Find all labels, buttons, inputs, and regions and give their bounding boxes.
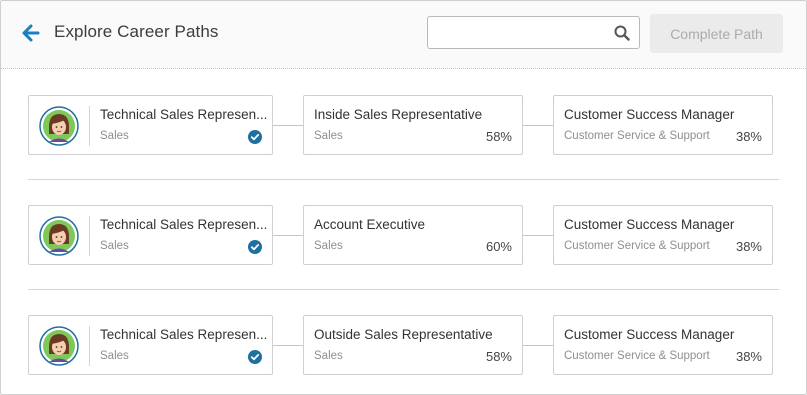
role-category: Customer Service & Support [564,240,710,252]
path-connector [523,345,553,346]
path-connector [273,125,303,126]
path-connector [273,345,303,346]
current-role-card[interactable]: Technical Sales Represen... Sales [28,315,273,375]
role-category: Sales [100,350,129,362]
check-circle-icon [248,130,262,144]
target-role-card[interactable]: Customer Success Manager Customer Servic… [553,315,773,375]
avatar-divider [89,326,90,366]
next-role-card[interactable]: Account Executive Sales 60% [303,205,523,265]
path-connector [523,235,553,236]
career-path-row: Technical Sales Represen... Sales Outsid… [28,315,773,375]
header-bar: Explore Career Paths Complete Path [1,1,806,69]
avatar-icon [39,326,79,366]
match-percent: 38% [735,239,762,254]
role-category: Sales [100,130,129,142]
target-role-card[interactable]: Customer Success Manager Customer Servic… [553,95,773,155]
role-title: Technical Sales Represen... [100,217,268,232]
role-category: Sales [100,240,129,252]
avatar-icon [39,106,79,146]
role-title: Technical Sales Represen... [100,107,268,122]
role-title: Account Executive [314,217,426,232]
avatar-icon [39,216,79,256]
next-role-card[interactable]: Outside Sales Representative Sales 58% [303,315,523,375]
role-category: Customer Service & Support [564,350,710,362]
check-circle-icon [248,240,262,254]
search-input[interactable] [428,17,608,48]
target-role-card[interactable]: Customer Success Manager Customer Servic… [553,205,773,265]
career-path-row: Technical Sales Represen... Sales Inside… [28,95,773,155]
complete-path-button[interactable]: Complete Path [650,14,783,53]
role-category: Sales [314,350,343,362]
row-divider [28,289,779,290]
role-title: Outside Sales Representative [314,327,493,342]
avatar-divider [89,216,90,256]
search-icon[interactable] [614,25,630,41]
back-arrow-icon[interactable] [21,23,41,43]
path-connector [273,235,303,236]
avatar-divider [89,106,90,146]
check-circle-icon [248,350,262,364]
path-connector [523,125,553,126]
current-role-card[interactable]: Technical Sales Represen... Sales [28,95,273,155]
match-percent: 58% [485,349,512,364]
career-path-row: Technical Sales Represen... Sales Accoun… [28,205,773,265]
role-category: Sales [314,240,343,252]
role-title: Customer Success Manager [564,327,735,342]
role-category: Sales [314,130,343,142]
current-role-card[interactable]: Technical Sales Represen... Sales [28,205,273,265]
search-box[interactable] [427,16,640,49]
career-paths-panel: Explore Career Paths Complete Path Techn… [0,0,807,395]
match-percent: 38% [735,129,762,144]
role-title: Customer Success Manager [564,217,735,232]
role-title: Inside Sales Representative [314,107,483,122]
match-percent: 58% [485,129,512,144]
page-title: Explore Career Paths [54,22,219,41]
row-divider [28,179,779,180]
next-role-card[interactable]: Inside Sales Representative Sales 58% [303,95,523,155]
role-title: Customer Success Manager [564,107,735,122]
match-percent: 60% [485,239,512,254]
match-percent: 38% [735,349,762,364]
role-title: Technical Sales Represen... [100,327,268,342]
role-category: Customer Service & Support [564,130,710,142]
